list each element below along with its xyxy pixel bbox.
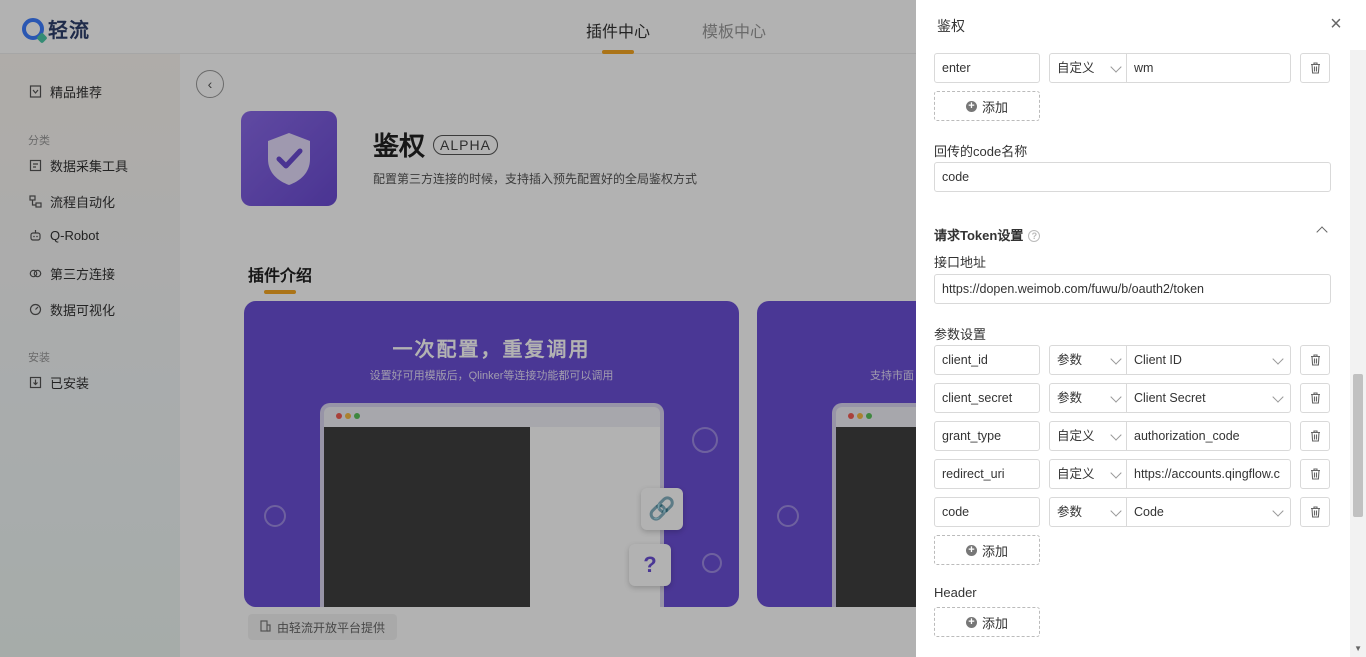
param-key-input[interactable]: enter [934,53,1040,83]
delete-button[interactable] [1300,497,1330,527]
param-value-select[interactable]: Client ID [1127,345,1291,375]
param-type-select[interactable]: 自定义 [1049,53,1127,83]
param-type-value: 参数 [1057,505,1083,519]
param-key-input[interactable]: client_secret [934,383,1040,413]
param-value-select[interactable]: Client Secret [1127,383,1291,413]
trash-icon [1310,430,1320,442]
chevron-down-icon [1272,505,1284,517]
header-label: Header [934,585,977,600]
param-type-value: 参数 [1057,353,1083,367]
chevron-down-icon [1110,467,1122,479]
drawer-title: 鉴权 [937,18,965,34]
param-type-select[interactable]: 自定义 [1049,421,1127,451]
param-type-value: 自定义 [1057,61,1095,75]
modal-overlay[interactable] [0,0,916,657]
scroll-down-arrow-icon[interactable]: ▼ [1354,644,1362,653]
params-label: 参数设置 [934,327,987,342]
param-type-select[interactable]: 参数 [1049,345,1127,375]
trash-icon [1310,354,1320,366]
delete-button[interactable] [1300,421,1330,451]
chevron-down-icon [1110,429,1122,441]
plus-circle-icon: + [965,100,977,112]
param-key-input[interactable]: code [934,497,1040,527]
endpoint-label: 接口地址 [934,255,987,270]
param-type-select[interactable]: 参数 [1049,497,1127,527]
trash-icon [1310,62,1320,74]
param-value: Client ID [1134,353,1182,367]
chevron-down-icon [1272,353,1284,365]
delete-button[interactable] [1300,459,1330,489]
callback-code-label: 回传的code名称 [934,144,1028,159]
help-icon[interactable]: ? [1028,230,1041,242]
param-value: Client Secret [1134,391,1206,405]
add-param-button[interactable]: + 添加 [934,535,1040,565]
add-param-button[interactable]: + 添加 [934,91,1040,121]
auth-drawer: 鉴权 × enter 自定义 wm + 添加 回传的code名称 code 请求T… [916,0,1366,657]
param-type-value: 自定义 [1057,429,1095,443]
add-label: 添加 [981,615,1008,631]
chevron-down-icon [1272,391,1284,403]
param-type-select[interactable]: 参数 [1049,383,1127,413]
add-header-button[interactable]: + 添加 [934,607,1040,637]
delete-button[interactable] [1300,53,1330,83]
param-type-value: 自定义 [1057,467,1095,481]
trash-icon [1310,468,1320,480]
param-value-input[interactable]: https://accounts.qingflow.c [1127,459,1291,489]
chevron-down-icon [1110,391,1122,403]
chevron-down-icon [1110,353,1122,365]
token-section-title: 请求Token设置? [934,225,1041,244]
trash-icon [1310,506,1320,518]
endpoint-input[interactable]: https://dopen.weimob.com/fuwu/b/oauth2/t… [934,274,1331,304]
add-label: 添加 [981,543,1008,559]
param-key-input[interactable]: redirect_uri [934,459,1040,489]
drawer-header: 鉴权 × [916,0,1366,50]
chevron-down-icon [1110,505,1122,517]
delete-button[interactable] [1300,345,1330,375]
chevron-down-icon [1110,61,1122,73]
param-type-select[interactable]: 自定义 [1049,459,1127,489]
callback-code-input[interactable]: code [934,162,1331,192]
param-key-input[interactable]: client_id [934,345,1040,375]
param-key-input[interactable]: grant_type [934,421,1040,451]
delete-button[interactable] [1300,383,1330,413]
param-value-input[interactable]: wm [1127,53,1291,83]
param-value-select[interactable]: Code [1127,497,1291,527]
token-section-text: 请求Token设置 [934,228,1024,243]
param-value-input[interactable]: authorization_code [1127,421,1291,451]
trash-icon [1310,392,1320,404]
add-label: 添加 [981,99,1008,115]
param-value: Code [1134,505,1164,519]
param-type-value: 参数 [1057,391,1083,405]
close-icon[interactable]: × [1326,14,1346,34]
scrollbar-thumb[interactable] [1353,374,1363,517]
plus-circle-icon: + [965,616,977,628]
chevron-up-icon[interactable] [1316,226,1328,238]
scrollbar-track[interactable] [1350,50,1366,657]
plus-circle-icon: + [965,544,977,556]
